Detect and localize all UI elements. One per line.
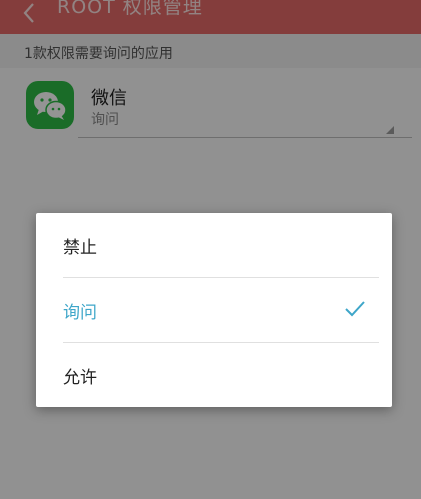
option-label: 询问 [63,303,97,323]
checkmark-icon [345,301,365,317]
option-deny[interactable]: 禁止 [36,213,392,277]
option-ask[interactable]: 询问 [36,278,392,342]
option-label: 禁止 [63,238,97,258]
option-label: 允许 [63,368,97,388]
option-allow[interactable]: 允许 [36,343,392,407]
permission-dialog: 禁止 询问 允许 [36,213,392,407]
